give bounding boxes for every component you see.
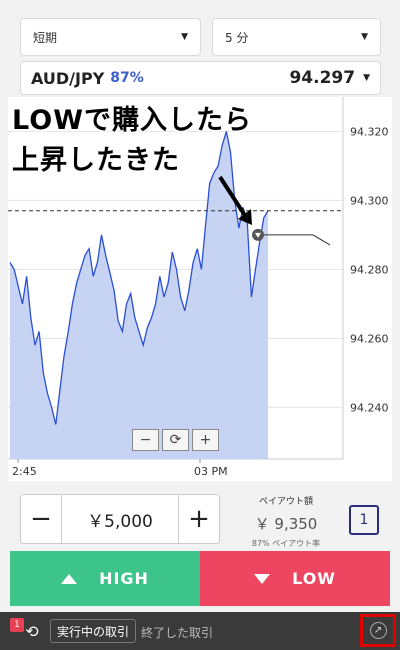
y-tick-label-2: 94.280 <box>350 263 389 276</box>
y-tick-label-3: 94.260 <box>350 332 389 345</box>
annotation-line-1: LOWで購入したら <box>12 105 252 136</box>
triangle-up-icon <box>61 573 78 584</box>
term-select-value: 短期 <box>33 30 58 45</box>
annotation-line-2: 上昇したきた <box>12 145 180 176</box>
interval-select-value: 5 分 <box>225 30 249 45</box>
high-button-label: HIGH <box>99 569 149 588</box>
amount-stepper: − ￥5,000 + <box>20 494 220 544</box>
quantity-badge[interactable]: 1 <box>349 505 379 535</box>
external-link-icon: ↗ <box>369 622 387 639</box>
amount-increase-button[interactable]: + <box>179 495 219 543</box>
caret-down-icon: ▼ <box>363 73 370 83</box>
term-select[interactable]: 短期 ▼ <box>20 18 201 56</box>
payout-label: ペイアウト額 <box>258 497 313 507</box>
chart-zoom-controls: − ⟳ + <box>132 429 219 451</box>
x-tick-label-1: 03 PM <box>194 465 228 478</box>
triangle-down-icon <box>254 573 271 584</box>
y-tick-label-0: 94.320 <box>350 125 389 138</box>
amount-decrease-button[interactable]: − <box>21 495 61 543</box>
caret-down-icon: ▼ <box>181 32 188 42</box>
x-tick-label-0: 2:45 <box>12 465 37 478</box>
annotation-text: LOWで購入したら 上昇したきた <box>12 101 252 181</box>
pair-current-price: 94.297 <box>289 68 356 88</box>
tab-open-trades[interactable]: 実行中の取引 <box>50 619 137 643</box>
tab-closed-trades[interactable]: 終了した取引 <box>141 624 213 641</box>
payout-rate: 87% ペイアウト率 <box>251 539 321 548</box>
payout-info: ペイアウト額 ￥ 9,350 87% ペイアウト率 <box>232 494 340 548</box>
high-button[interactable]: HIGH <box>10 551 200 606</box>
pair-payout-percent: 87% <box>110 70 144 86</box>
entry-level-line <box>258 234 331 246</box>
trades-bar: 1 ⟲ 実行中の取引 終了した取引 <box>0 612 400 650</box>
pair-name: AUD/JPY <box>31 68 105 88</box>
external-link-button[interactable]: ↗ <box>360 614 396 647</box>
interval-select[interactable]: 5 分 ▼ <box>212 18 381 56</box>
currency-pair-selector[interactable]: AUD/JPY 87% 94.297 ▼ <box>20 61 381 95</box>
y-tick-label-4: 94.240 <box>350 401 389 414</box>
zoom-in-button[interactable]: + <box>192 429 219 451</box>
low-button-label: LOW <box>292 569 336 588</box>
sync-icon[interactable]: ⟲ <box>22 621 42 641</box>
zoom-out-button[interactable]: − <box>132 429 159 451</box>
low-button[interactable]: LOW <box>200 551 390 606</box>
amount-value[interactable]: ￥5,000 <box>61 495 179 543</box>
y-tick-label-1: 94.300 <box>350 194 389 207</box>
payout-value: ￥ 9,350 <box>254 515 318 533</box>
zoom-reset-button[interactable]: ⟳ <box>162 429 189 451</box>
caret-down-icon: ▼ <box>361 32 368 42</box>
